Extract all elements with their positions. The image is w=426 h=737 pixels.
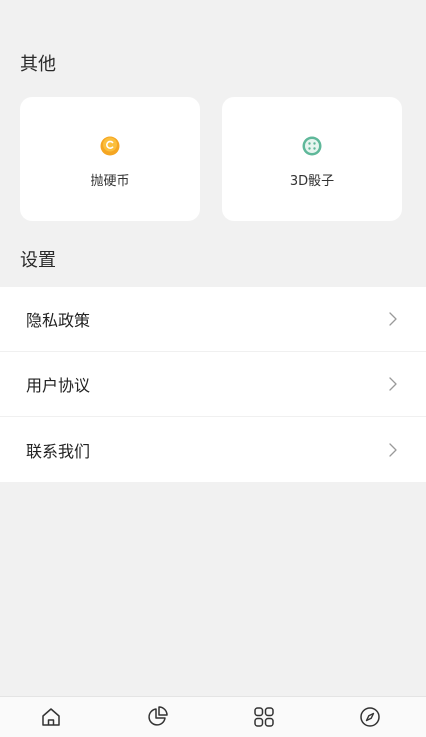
settings-item-label: 隐私政策 [26,311,91,330]
settings-item-privacy-policy[interactable]: 隐私政策 [0,287,426,352]
settings-item-user-agreement[interactable]: 用户协议 [0,352,426,417]
dice-card[interactable]: 3D骰子 [222,97,402,221]
chart-icon[interactable] [145,705,169,729]
chevron-right-icon [389,377,397,391]
bottom-tab-bar [0,696,426,737]
settings-item-label: 用户协议 [26,376,91,395]
coin-flip-card[interactable]: 抛硬币 [20,97,200,221]
chevron-right-icon [389,312,397,326]
apps-icon[interactable] [252,705,276,729]
section-title-settings: 设置 [20,250,56,271]
settings-list: 隐私政策 用户协议 联系我们 [0,287,426,482]
compass-icon[interactable] [358,705,382,729]
home-icon[interactable] [39,705,63,729]
dice-icon [302,136,322,155]
dice-label: 3D骰子 [289,173,335,189]
chevron-right-icon [389,442,397,457]
coin-icon [100,136,120,155]
settings-item-contact-us[interactable]: 联系我们 [0,417,426,482]
coin-flip-label: 抛硬币 [90,173,130,189]
settings-item-label: 联系我们 [26,441,91,461]
section-title-other: 其他 [20,54,56,75]
